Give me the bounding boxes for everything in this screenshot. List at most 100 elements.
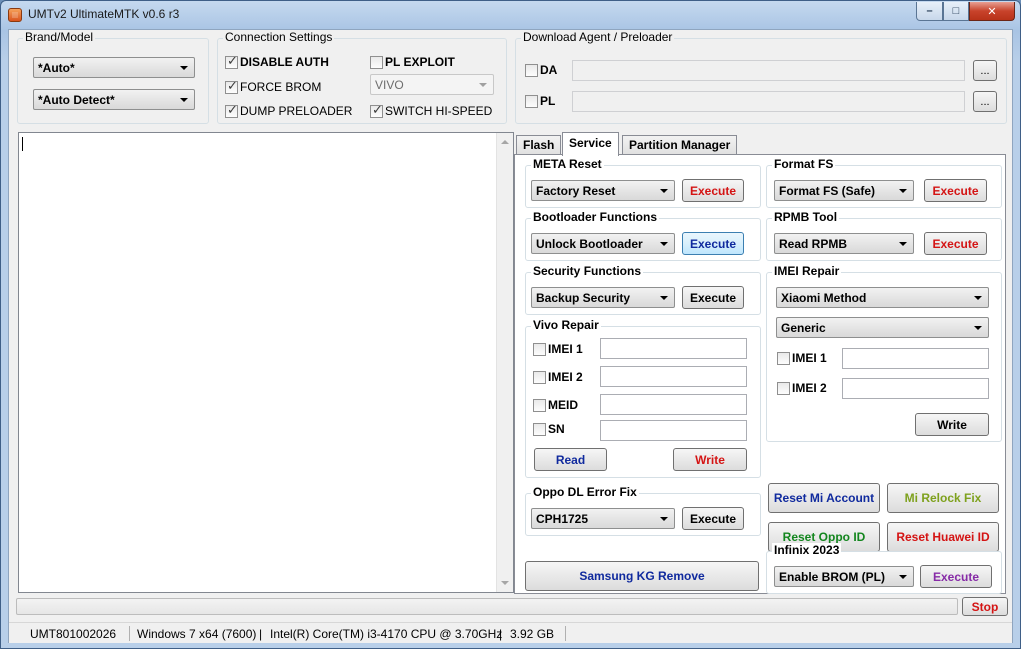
imei-repair-imei1-input[interactable]	[842, 348, 989, 369]
security-select[interactable]: Backup Security	[531, 287, 675, 308]
rpmb-value: Read RPMB	[779, 237, 848, 251]
oppo-model-select[interactable]: CPH1725	[531, 508, 675, 529]
infinix-select[interactable]: Enable BROM (PL)	[774, 566, 914, 587]
brand-select[interactable]: *Auto*	[33, 57, 195, 78]
imei-repair-title: IMEI Repair	[772, 264, 842, 278]
vivo-imei1-label[interactable]: IMEI 1	[548, 342, 583, 356]
vivo-imei1-input[interactable]	[600, 338, 747, 359]
status-cpu: Intel(R) Core(TM) i3-4170 CPU @ 3.70GHz	[270, 627, 503, 641]
status-bar: UMT801002026 Windows 7 x64 (7600) | Inte…	[9, 622, 1012, 643]
vivo-imei2-input[interactable]	[600, 366, 747, 387]
disable-auth-checkbox[interactable]	[225, 54, 238, 69]
pl-browse-button[interactable]: ...	[973, 91, 997, 112]
format-fs-group: Format FS Format FS (Safe) Execute	[766, 157, 1002, 208]
meta-reset-group: META Reset Factory Reset Execute	[525, 157, 761, 208]
switch-hispeed-checkbox[interactable]	[370, 103, 383, 118]
imei-repair-imei1-label[interactable]: IMEI 1	[792, 351, 827, 365]
text-caret	[22, 137, 23, 151]
pl-label[interactable]: PL	[540, 94, 555, 108]
disable-auth-label[interactable]: DISABLE AUTH	[240, 55, 329, 69]
bootloader-execute-button[interactable]: Execute	[682, 232, 744, 255]
bootloader-select[interactable]: Unlock Bootloader	[531, 233, 675, 254]
vivo-imei2-checkbox[interactable]	[533, 371, 546, 384]
imei-repair-imei2-checkbox[interactable]	[777, 382, 790, 395]
log-scrollbar[interactable]	[496, 133, 513, 592]
vivo-meid-label[interactable]: MEID	[548, 398, 578, 412]
switch-hispeed-label[interactable]: SWITCH HI-SPEED	[385, 104, 492, 118]
samsung-kg-remove-button[interactable]: Samsung KG Remove	[525, 561, 759, 591]
download-agent-group: Download Agent / Preloader DA ... PL ...	[515, 30, 1007, 124]
oppo-dl-execute-button[interactable]: Execute	[682, 507, 744, 530]
imei-method-select[interactable]: Xiaomi Method	[776, 287, 989, 308]
tab-flash[interactable]: Flash	[516, 135, 562, 155]
chevron-down-icon	[180, 98, 188, 102]
vivo-sn-checkbox[interactable]	[533, 423, 546, 436]
vivo-imei2-label[interactable]: IMEI 2	[548, 370, 583, 384]
da-browse-button[interactable]: ...	[973, 60, 997, 81]
reset-mi-account-button[interactable]: Reset Mi Account	[768, 483, 880, 513]
vivo-write-button[interactable]: Write	[673, 448, 747, 471]
dump-preloader-checkbox[interactable]	[225, 103, 238, 118]
format-fs-select[interactable]: Format FS (Safe)	[774, 180, 914, 201]
da-checkbox[interactable]	[525, 64, 538, 77]
stop-button[interactable]: Stop	[962, 597, 1008, 616]
exploit-target-select[interactable]: VIVO	[370, 74, 494, 95]
imei-variant-value: Generic	[781, 321, 826, 335]
pl-path-field[interactable]	[572, 91, 965, 112]
rpmb-select[interactable]: Read RPMB	[774, 233, 914, 254]
title-bar[interactable]: UMTv2 UltimateMTK v0.6 r3 – □ ✕	[1, 1, 1020, 29]
infinix-execute-button[interactable]: Execute	[920, 565, 992, 588]
infinix-value: Enable BROM (PL)	[779, 570, 886, 584]
format-fs-execute-button[interactable]: Execute	[924, 179, 987, 202]
force-brom-label[interactable]: FORCE BROM	[240, 80, 321, 94]
service-panel: META Reset Factory Reset Execute Format …	[514, 154, 1006, 594]
reset-huawei-id-button[interactable]: Reset Huawei ID	[887, 522, 999, 552]
log-output[interactable]	[18, 132, 514, 593]
scroll-down-icon[interactable]	[501, 581, 509, 585]
oppo-dl-title: Oppo DL Error Fix	[531, 485, 639, 499]
brand-model-group: Brand/Model *Auto* *Auto Detect*	[17, 30, 209, 124]
dump-preloader-label[interactable]: DUMP PRELOADER	[240, 104, 352, 118]
da-path-field[interactable]	[572, 60, 965, 81]
chevron-down-icon	[899, 575, 907, 579]
rpmb-execute-button[interactable]: Execute	[924, 232, 987, 255]
vivo-sn-label[interactable]: SN	[548, 422, 565, 436]
maximize-button[interactable]: □	[943, 2, 969, 21]
security-execute-button[interactable]: Execute	[682, 286, 744, 309]
da-label[interactable]: DA	[540, 63, 557, 77]
vivo-meid-input[interactable]	[600, 394, 747, 415]
vivo-repair-title: Vivo Repair	[531, 318, 601, 332]
tab-partition-manager[interactable]: Partition Manager	[622, 135, 738, 155]
close-button[interactable]: ✕	[969, 2, 1015, 21]
security-value: Backup Security	[536, 291, 631, 305]
client-area: Brand/Model *Auto* *Auto Detect* Connect…	[8, 29, 1013, 643]
vivo-meid-checkbox[interactable]	[533, 399, 546, 412]
connection-settings-group: Connection Settings DISABLE AUTH FORCE B…	[217, 30, 507, 124]
imei-repair-imei2-input[interactable]	[842, 378, 989, 399]
vivo-repair-group: Vivo Repair IMEI 1 IMEI 2 MEID SN Read W…	[525, 318, 761, 478]
imei-repair-imei1-checkbox[interactable]	[777, 352, 790, 365]
tab-service[interactable]: Service	[562, 132, 619, 156]
vivo-imei1-checkbox[interactable]	[533, 343, 546, 356]
mi-relock-fix-button[interactable]: Mi Relock Fix	[887, 483, 999, 513]
minimize-button[interactable]: –	[916, 2, 943, 21]
model-select-value: *Auto Detect*	[38, 93, 115, 107]
imei-repair-imei2-label[interactable]: IMEI 2	[792, 381, 827, 395]
status-os: Windows 7 x64 (7600)	[137, 627, 257, 641]
force-brom-checkbox[interactable]	[225, 79, 238, 94]
imei-variant-select[interactable]: Generic	[776, 317, 989, 338]
scroll-up-icon[interactable]	[501, 140, 509, 144]
oppo-dl-group: Oppo DL Error Fix CPH1725 Execute	[525, 485, 761, 536]
meta-reset-value: Factory Reset	[536, 184, 616, 198]
main-window: UMTv2 UltimateMTK v0.6 r3 – □ ✕ Brand/Mo…	[0, 0, 1021, 649]
vivo-sn-input[interactable]	[600, 420, 747, 441]
model-select[interactable]: *Auto Detect*	[33, 89, 195, 110]
pl-checkbox[interactable]	[525, 95, 538, 108]
pl-exploit-checkbox[interactable]	[370, 56, 383, 69]
chevron-down-icon	[974, 326, 982, 330]
imei-repair-write-button[interactable]: Write	[915, 413, 989, 436]
pl-exploit-label[interactable]: PL EXPLOIT	[385, 55, 455, 69]
meta-reset-execute-button[interactable]: Execute	[682, 179, 744, 202]
meta-reset-select[interactable]: Factory Reset	[531, 180, 675, 201]
vivo-read-button[interactable]: Read	[534, 448, 607, 471]
